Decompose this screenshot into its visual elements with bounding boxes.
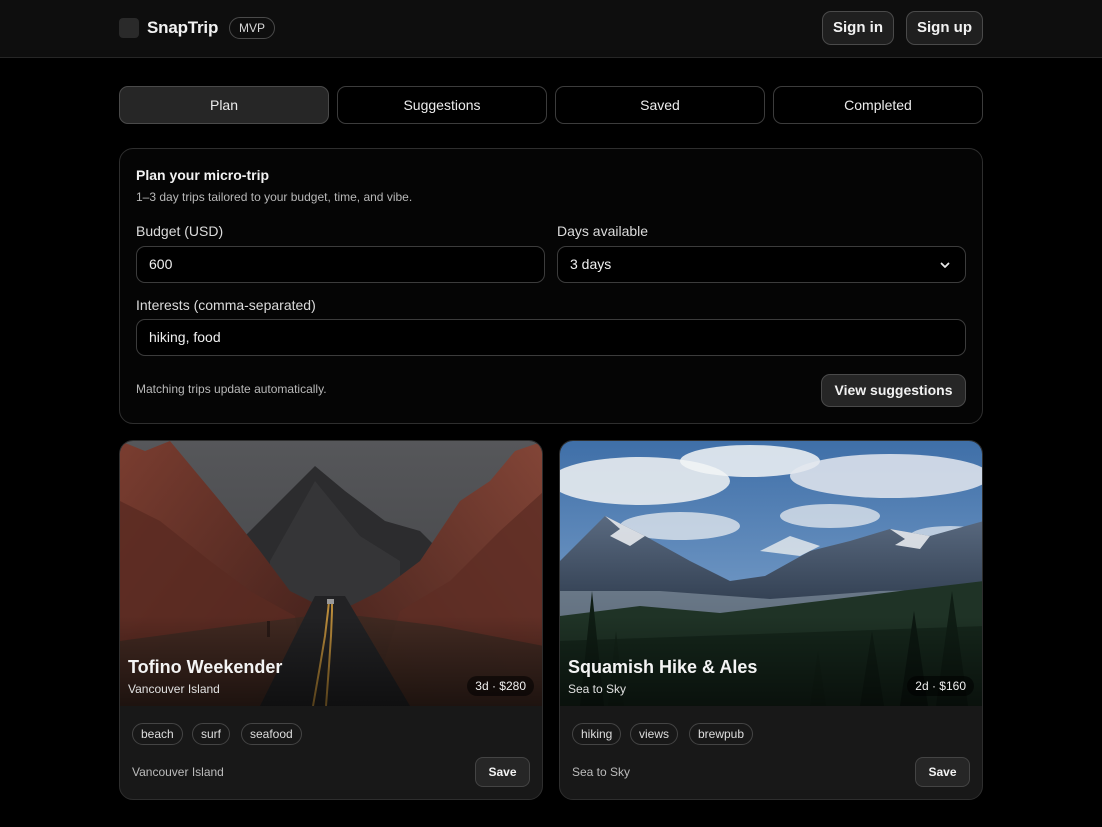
trip-card-squamish[interactable]: Squamish Hike & Ales Sea to Sky 2d · $16… [559, 440, 983, 800]
chevron-down-icon [940, 262, 950, 268]
logo-square-icon [119, 18, 139, 38]
tag-chip: hiking [572, 723, 622, 745]
trip-region: Vancouver Island [128, 682, 220, 696]
trip-title: Tofino Weekender [128, 657, 283, 677]
brand-name[interactable]: SnapTrip [147, 18, 218, 38]
mvp-badge: MVP [229, 17, 276, 39]
trip-title: Squamish Hike & Ales [568, 657, 758, 677]
save-button[interactable]: Save [475, 757, 530, 787]
trip-duration-price: 2d · $160 [907, 676, 974, 696]
days-label: Days available [557, 223, 649, 239]
auto-update-hint: Matching trips update automatically. [136, 382, 327, 396]
view-suggestions-button[interactable]: View suggestions [821, 374, 966, 407]
sign-up-button[interactable]: Sign up [906, 11, 983, 45]
tab-suggestions[interactable]: Suggestions [337, 86, 547, 124]
save-button[interactable]: Save [915, 757, 970, 787]
days-select-value: 3 days [570, 256, 612, 272]
trip-duration-price: 3d · $280 [467, 676, 534, 696]
planner-title: Plan your micro-trip [136, 167, 270, 183]
planner-subtitle: 1–3 day trips tailored to your budget, t… [136, 190, 413, 204]
tag-chip: seafood [241, 723, 302, 745]
tag-chip: brewpub [689, 723, 754, 745]
days-select[interactable]: 3 days [557, 246, 966, 283]
trip-footer-region: Sea to Sky [572, 765, 631, 779]
trip-region: Sea to Sky [568, 682, 627, 696]
tab-completed[interactable]: Completed [773, 86, 983, 124]
top-bar: SnapTrip MVP Sign in Sign up [0, 0, 1102, 58]
tab-plan[interactable]: Plan [119, 86, 329, 124]
trip-footer-region: Vancouver Island [132, 765, 224, 779]
trip-card-tofino[interactable]: Tofino Weekender Vancouver Island 3d · $… [119, 440, 543, 800]
interests-label: Interests (comma-separated) [136, 297, 316, 313]
planner-card: Plan your micro-trip 1–3 day trips tailo… [119, 148, 983, 424]
tab-saved[interactable]: Saved [555, 86, 765, 124]
interests-input[interactable]: hiking, food [136, 319, 966, 356]
budget-label: Budget (USD) [136, 223, 224, 239]
tag-chip: surf [192, 723, 231, 745]
tag-chip: views [630, 723, 679, 745]
sign-in-button[interactable]: Sign in [822, 11, 894, 45]
tag-chip: beach [132, 723, 183, 745]
budget-input[interactable]: 600 [136, 246, 545, 283]
